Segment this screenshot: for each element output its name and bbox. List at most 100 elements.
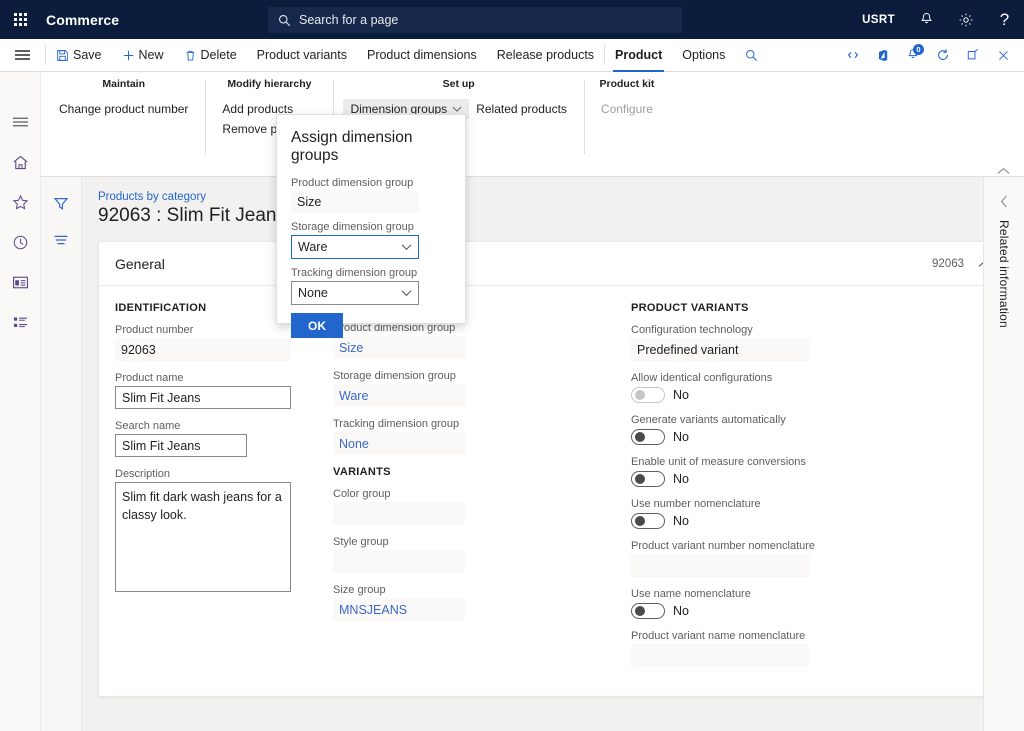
color-group-field: Color group [333,488,551,525]
tab-product-variants[interactable]: Product variants [247,39,357,72]
breadcrumb[interactable]: Products by category [98,191,1008,203]
search-placeholder: Search for a page [299,13,398,27]
enable-unit-of-measure-conversions-field: Enable unit of measure conversions No [631,456,851,487]
ribbon-collapse-chevron[interactable] [990,164,1016,178]
tracking-dimension-group-label: Tracking dimension group [333,418,551,430]
save-button[interactable]: Save [46,39,112,72]
filter-rail [41,177,82,731]
description-label: Description [115,468,333,480]
allow-identical-configurations-toggle [631,387,665,403]
ribbon-group-set-up-title: Set up [343,78,573,90]
color-group-label: Color group [333,488,551,500]
storage-dimension-group-value[interactable]: Ware [333,384,465,407]
home-icon[interactable] [6,148,34,176]
dialog-title: Assign dimension groups [291,129,451,165]
configuration-technology-value: Predefined variant [631,338,809,361]
waffle-icon[interactable] [0,0,40,39]
storage-dimension-group-field: Storage dimension group Ware [333,370,551,407]
close-icon[interactable] [988,39,1018,72]
use-name-nomenclature-toggle[interactable] [631,603,665,619]
notifications-icon[interactable] [907,0,946,39]
product-dimension-group-value[interactable]: Size [333,336,465,359]
size-group-field: Size group MNSJEANS [333,584,551,621]
attachments-icon[interactable] [838,39,868,72]
tab-product-dimensions[interactable]: Product dimensions [357,39,487,72]
new-button[interactable]: New [112,39,174,72]
generate-variants-automatically-toggle[interactable] [631,429,665,445]
tab-product-label: Product [615,48,662,62]
dialog-tracking-dimension-group-value: None [298,286,401,300]
delete-button[interactable]: Delete [174,39,247,72]
modules-list-icon[interactable] [6,308,34,336]
product-variant-name-nomenclature-value[interactable] [631,644,809,667]
description-textarea[interactable]: Slim fit dark wash jeans for a classy lo… [115,482,291,592]
command-search-icon[interactable] [735,39,768,72]
tab-options[interactable]: Options [672,39,735,72]
change-product-number-label: Change product number [59,102,188,116]
office-icon[interactable] [868,39,898,72]
general-card: General 92063 IDENTIFICATION Product num… [98,241,1008,697]
chevron-down-icon [401,243,412,251]
popout-icon[interactable] [958,39,988,72]
product-variant-number-nomenclature-label: Product variant number nomenclature [631,540,851,552]
page-content: Products by category 92063 : Slim Fit Je… [82,177,1024,731]
generate-variants-automatically-field: Generate variants automatically No [631,414,851,445]
related-information-label[interactable]: Related information [997,220,1011,328]
product-dimension-group-field: Product dimension group Size [333,322,551,359]
general-card-body: IDENTIFICATION Product number 92063 Prod… [99,286,1007,678]
refresh-icon[interactable] [928,39,958,72]
navigation-rail [0,72,41,731]
list-lines-icon[interactable] [49,229,73,251]
search-input[interactable]: Search for a page [268,7,682,33]
style-group-value[interactable] [333,550,465,573]
description-field: Description Slim fit dark wash jeans for… [115,468,333,592]
notifications-icon[interactable]: 0 [898,39,928,72]
product-name-label: Product name [115,372,333,384]
identification-column: IDENTIFICATION Product number 92063 Prod… [115,300,333,678]
hamburger-icon[interactable] [6,108,34,136]
use-number-nomenclature-toggle[interactable] [631,513,665,529]
workspaces-icon[interactable] [6,268,34,296]
search-name-label: Search name [115,420,333,432]
search-name-input[interactable]: Slim Fit Jeans [115,434,247,457]
tracking-dimension-group-value[interactable]: None [333,432,465,455]
assign-dimension-groups-dialog: Assign dimension groups Product dimensio… [276,114,466,324]
product-variant-number-nomenclature-value[interactable] [631,554,809,577]
help-icon[interactable]: ? [985,0,1024,39]
expand-pane-chevron-icon[interactable] [1000,195,1008,208]
ribbon-group-product-kit-title: Product kit [594,78,660,90]
change-product-number-button[interactable]: Change product number [52,99,195,119]
tab-release-products-label: Release products [497,48,594,62]
product-name-input[interactable]: Slim Fit Jeans [115,386,291,409]
dialog-ok-button[interactable]: OK [291,313,343,338]
use-name-nomenclature-label: Use name nomenclature [631,588,851,600]
size-group-value[interactable]: MNSJEANS [333,598,465,621]
enable-unit-of-measure-conversions-toggle[interactable] [631,471,665,487]
recent-clock-icon[interactable] [6,228,34,256]
user-initials[interactable]: USRT [850,0,907,39]
generate-variants-automatically-value: No [673,430,689,444]
related-products-button[interactable]: Related products [469,99,574,119]
tab-product-variants-label: Product variants [257,48,347,62]
top-nav-right-group: USRT ? [850,0,1024,39]
page-body: Products by category 92063 : Slim Fit Je… [41,177,1024,731]
page-title: 92063 : Slim Fit Jeans [98,205,1008,227]
color-group-value[interactable] [333,502,465,525]
style-group-field: Style group [333,536,551,573]
product-variant-number-nomenclature-field: Product variant number nomenclature [631,540,851,577]
hamburger-icon[interactable] [0,39,45,72]
search-icon [278,14,291,27]
plus-icon [122,49,135,62]
dialog-storage-dimension-group-select[interactable]: Ware [291,235,419,259]
tab-product[interactable]: Product [605,39,672,72]
favorites-star-icon[interactable] [6,188,34,216]
filter-funnel-icon[interactable] [49,193,73,215]
settings-icon[interactable] [946,0,985,39]
dialog-tracking-dimension-group-select[interactable]: None [291,281,419,305]
brand-title: Commerce [46,12,119,28]
variants-section-title: VARIANTS [333,466,551,478]
use-number-nomenclature-label: Use number nomenclature [631,498,851,510]
dialog-product-dimension-group-value: Size [291,191,419,213]
tab-release-products[interactable]: Release products [487,39,604,72]
save-icon [56,49,69,62]
